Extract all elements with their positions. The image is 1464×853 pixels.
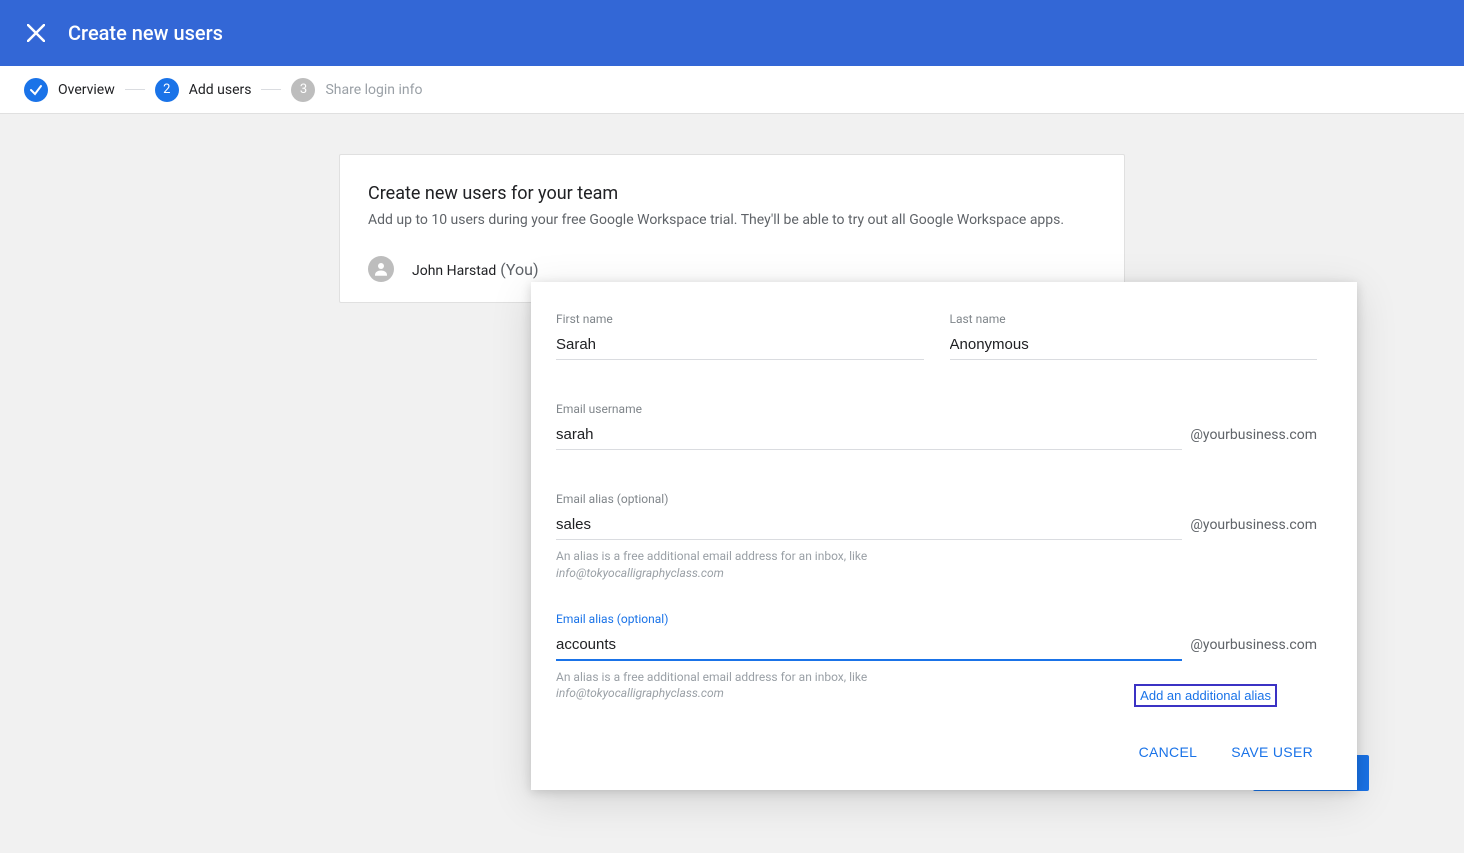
email-username-input[interactable] <box>556 422 1182 450</box>
add-user-panel: First name Last name Email username @you… <box>531 282 1357 790</box>
user-label: John Harstad (You) <box>412 260 539 279</box>
domain-suffix: @yourbusiness.com <box>1182 517 1317 537</box>
email-alias-2-field: Email alias (optional) @yourbusiness.com… <box>556 612 1317 703</box>
email-username-field: Email username @yourbusiness.com <box>556 402 1317 450</box>
step-overview[interactable]: Overview <box>24 78 115 102</box>
step-number: 2 <box>155 78 179 102</box>
step-share-login[interactable]: 3 Share login info <box>291 78 422 102</box>
save-user-button[interactable]: SAVE USER <box>1227 738 1317 766</box>
email-alias-1-input[interactable] <box>556 512 1182 540</box>
check-icon <box>24 78 48 102</box>
first-name-field: First name <box>556 312 924 360</box>
stepper: Overview 2 Add users 3 Share login info <box>0 66 1464 114</box>
email-alias-1-label: Email alias (optional) <box>556 492 1317 506</box>
first-name-label: First name <box>556 312 924 326</box>
step-add-users[interactable]: 2 Add users <box>155 78 252 102</box>
last-name-label: Last name <box>950 312 1318 326</box>
alias-hint: An alias is a free additional email addr… <box>556 548 1317 582</box>
step-number: 3 <box>291 78 315 102</box>
email-alias-1-field: Email alias (optional) @yourbusiness.com… <box>556 492 1317 582</box>
user-name: John Harstad <box>412 263 496 279</box>
step-separator <box>125 89 145 90</box>
avatar-icon <box>368 256 394 282</box>
domain-suffix: @yourbusiness.com <box>1182 637 1317 657</box>
page-title: Create new users <box>68 21 223 45</box>
create-users-card: Create new users for your team Add up to… <box>339 154 1125 303</box>
header-bar: Create new users <box>0 0 1464 66</box>
add-additional-alias-button[interactable]: Add an additional alias <box>1134 684 1277 707</box>
cancel-button[interactable]: CANCEL <box>1135 738 1202 766</box>
existing-user-row: John Harstad (You) <box>368 256 1096 282</box>
email-username-label: Email username <box>556 402 1317 416</box>
step-label: Add users <box>189 82 252 98</box>
step-label: Share login info <box>325 82 422 98</box>
step-label: Overview <box>58 82 115 98</box>
domain-suffix: @yourbusiness.com <box>1182 427 1317 447</box>
step-separator <box>261 89 281 90</box>
you-indicator: (You) <box>500 260 538 279</box>
card-subtitle: Add up to 10 users during your free Goog… <box>368 212 1096 228</box>
card-title: Create new users for your team <box>368 183 1096 204</box>
email-alias-2-input[interactable] <box>556 632 1182 661</box>
last-name-input[interactable] <box>950 332 1318 360</box>
email-alias-2-label: Email alias (optional) <box>556 612 1317 626</box>
last-name-field: Last name <box>950 312 1318 360</box>
close-icon[interactable] <box>24 21 48 45</box>
first-name-input[interactable] <box>556 332 924 360</box>
panel-actions: CANCEL SAVE USER <box>556 738 1317 766</box>
